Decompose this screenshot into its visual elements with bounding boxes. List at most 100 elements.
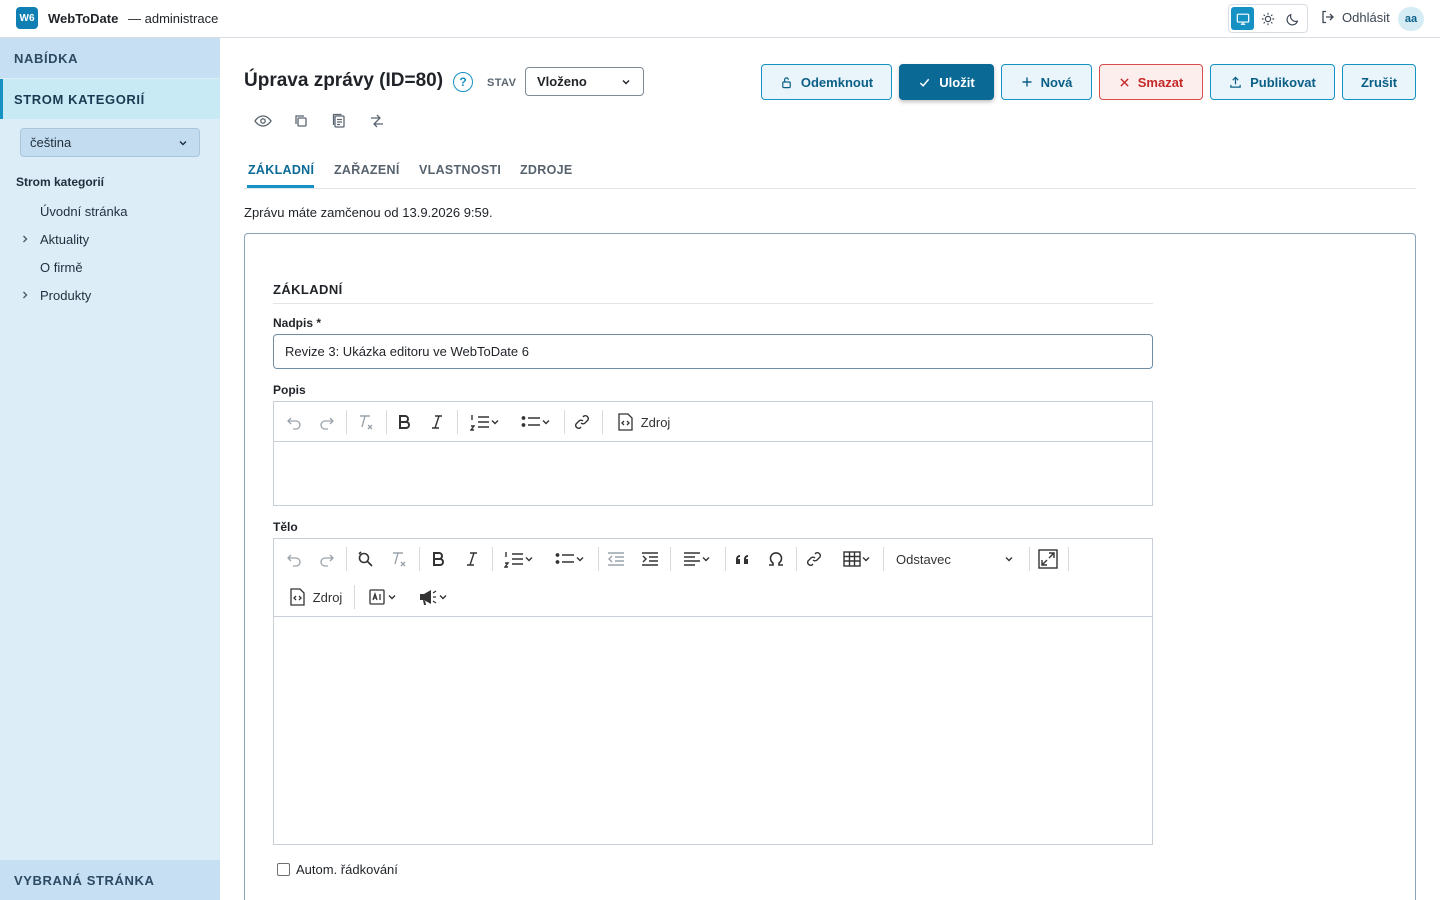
insert-table-button[interactable] <box>836 546 878 572</box>
indent-icon <box>642 552 658 566</box>
special-characters-button[interactable] <box>764 546 788 572</box>
blockquote-button[interactable] <box>731 546 755 572</box>
tree-item-products[interactable]: Produkty <box>16 284 206 306</box>
find-replace-button[interactable] <box>353 546 377 572</box>
unlock-icon <box>782 76 791 88</box>
delete-button[interactable]: Smazat <box>1099 64 1203 100</box>
align-button[interactable] <box>676 546 718 572</box>
help-icon[interactable]: ? <box>453 72 473 92</box>
copy-document-button[interactable] <box>326 110 352 132</box>
tree-item-about[interactable]: O firmě <box>16 256 206 278</box>
chevron-down-icon <box>702 557 710 562</box>
sun-icon <box>1261 12 1275 25</box>
description-editor: Zdroj <box>273 401 1153 506</box>
announcement-button[interactable] <box>412 584 454 610</box>
app-logo[interactable]: W6 <box>16 7 38 29</box>
bold-icon <box>399 415 410 429</box>
logout-button[interactable]: Odhlásit <box>1320 9 1390 25</box>
arrows-exchange-icon <box>371 114 383 128</box>
sidebar-tree-heading[interactable]: STROM KATEGORIÍ <box>0 79 220 119</box>
publish-label: Publikovat <box>1250 74 1316 90</box>
body-editor: Odstavec Zdroj <box>273 538 1153 845</box>
close-icon <box>1120 77 1129 87</box>
tree-item-label: O firmě <box>40 259 83 275</box>
cancel-button[interactable]: Zrušit <box>1342 64 1416 100</box>
body-source-button[interactable]: Zdroj <box>286 584 344 610</box>
duplicate-button[interactable] <box>288 110 314 132</box>
tab-sources[interactable]: ZDROJE <box>520 163 573 177</box>
chevron-right-icon[interactable] <box>16 234 40 244</box>
sidebar: NABÍDKA STROM KATEGORIÍ čeština Strom ka… <box>0 38 220 900</box>
unlock-button[interactable]: Odemknout <box>761 64 892 100</box>
monitor-icon <box>1236 13 1249 25</box>
chevron-right-icon[interactable] <box>16 290 40 300</box>
maximize-icon <box>1038 549 1058 569</box>
desktop-theme-button[interactable] <box>1231 7 1255 30</box>
tab-basic[interactable]: ZÁKLADNÍ <box>248 163 314 177</box>
move-button[interactable] <box>364 110 390 132</box>
tree-item-label: Úvodní stránka <box>40 203 128 219</box>
italic-button[interactable] <box>460 546 484 572</box>
source-code-icon <box>618 413 633 431</box>
chevron-down-icon <box>439 595 447 600</box>
bullet-list-button[interactable] <box>549 546 591 572</box>
remove-format-button[interactable] <box>387 546 411 572</box>
numbered-list-button[interactable] <box>498 546 540 572</box>
language-select[interactable]: čeština <box>20 128 200 157</box>
publish-button[interactable]: Publikovat <box>1210 64 1335 100</box>
source-button[interactable]: Zdroj <box>612 409 674 435</box>
italic-button[interactable] <box>425 409 449 435</box>
remove-format-icon <box>393 552 406 567</box>
dark-theme-button[interactable] <box>1282 7 1305 30</box>
logout-label: Odhlásit <box>1342 9 1390 25</box>
documents-icon <box>332 113 345 128</box>
section-title: ZÁKLADNÍ <box>273 282 343 297</box>
bold-button[interactable] <box>392 409 416 435</box>
tree-item-label: Aktuality <box>40 231 90 247</box>
bold-button[interactable] <box>426 546 450 572</box>
redo-button[interactable] <box>315 546 339 572</box>
preview-button[interactable] <box>250 110 276 132</box>
copy-icon <box>295 115 307 127</box>
tab-properties[interactable]: VLASTNOSTI <box>419 163 501 177</box>
state-select[interactable]: Vloženo <box>525 67 644 96</box>
auto-wrap-checkbox[interactable] <box>277 863 290 876</box>
numbered-list-button[interactable] <box>464 409 506 435</box>
remove-format-button[interactable] <box>354 409 378 435</box>
sidebar-menu-heading[interactable]: NABÍDKA <box>0 38 220 78</box>
tree-item-news[interactable]: Aktuality <box>16 228 206 250</box>
title-input[interactable]: Revize 3: Ukázka editoru ve WebToDate 6 <box>273 334 1153 369</box>
tree-item-home[interactable]: Úvodní stránka <box>16 200 206 222</box>
link-button[interactable] <box>802 546 826 572</box>
undo-button[interactable] <box>282 546 306 572</box>
paragraph-style-select[interactable]: Odstavec <box>890 546 1020 572</box>
sidebar-selected-page-heading[interactable]: VYBRANÁ STRÁNKA <box>0 860 220 900</box>
undo-button[interactable] <box>282 409 306 435</box>
user-avatar[interactable]: aa <box>1398 7 1424 31</box>
title-field-label: Nadpis * <box>273 316 322 330</box>
align-left-icon <box>684 552 700 566</box>
chevron-down-icon <box>576 557 584 562</box>
section-divider <box>273 303 1153 304</box>
bullet-list-button[interactable] <box>515 409 557 435</box>
redo-icon <box>320 417 334 430</box>
redo-icon <box>320 554 334 567</box>
save-button[interactable]: Uložit <box>899 64 994 100</box>
indent-button[interactable] <box>638 546 662 572</box>
outdent-button[interactable] <box>604 546 628 572</box>
new-button[interactable]: Nová <box>1001 64 1092 100</box>
link-button[interactable] <box>570 409 594 435</box>
auto-wrap-label: Autom. řádkování <box>296 862 398 877</box>
state-value: Vloženo <box>537 74 587 89</box>
auto-wrap-option[interactable]: Autom. řádkování <box>277 862 398 877</box>
ai-assistant-button[interactable] <box>362 584 404 610</box>
description-field-label: Popis <box>273 383 306 397</box>
tab-classification[interactable]: ZAŘAZENÍ <box>334 163 400 177</box>
chevron-down-icon <box>862 557 870 562</box>
link-icon <box>807 552 821 566</box>
redo-button[interactable] <box>315 409 339 435</box>
active-tab-indicator <box>247 185 314 188</box>
outdent-icon <box>608 552 624 566</box>
light-theme-button[interactable] <box>1256 7 1279 30</box>
fullscreen-button[interactable] <box>1036 546 1060 572</box>
